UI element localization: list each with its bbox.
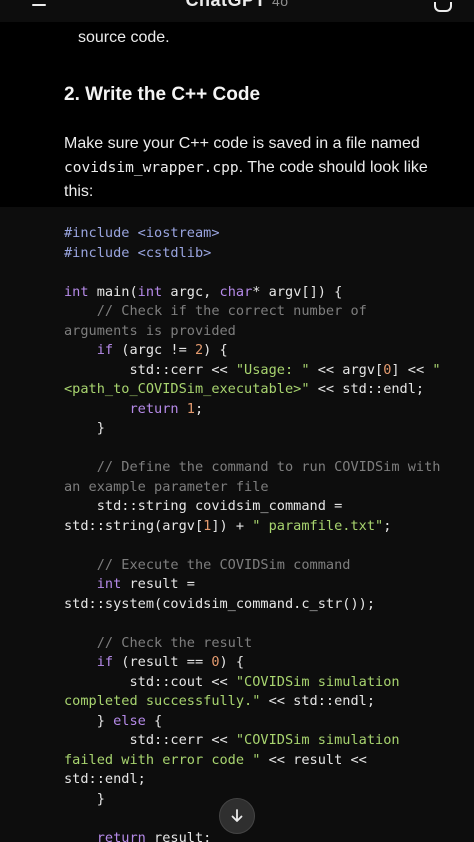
previous-text: source code. xyxy=(78,29,170,46)
code-lines: #include <iostream> #include <cstdlib> in… xyxy=(64,224,441,842)
code-line: return 1; xyxy=(129,400,204,417)
scroll-down-button[interactable] xyxy=(219,798,255,834)
code-line: // Check if the correct number of xyxy=(64,303,367,319)
code-line: if (argc != 2) { xyxy=(96,342,228,358)
code-line: // Check the result xyxy=(64,634,253,651)
section-heading: 2. Write the C++ Code xyxy=(64,84,261,105)
paragraph-text-before: Make sure your C++ code is saved in a fi… xyxy=(64,135,420,152)
code-line: std::cout << "COVIDSim simulation xyxy=(64,673,400,690)
code-line: std::string covidsim_command = xyxy=(64,498,343,514)
page-title[interactable]: ChatGPT 4o xyxy=(0,0,474,11)
arrow-down-icon xyxy=(231,809,243,822)
code-line: std::endl; xyxy=(64,771,146,787)
code-line: // Define the command to run COVIDSim wi… xyxy=(64,459,441,475)
section-paragraph: Make sure your C++ code is saved in a fi… xyxy=(64,132,434,204)
code-line: <path_to_COVIDSim_executable>" << std::e… xyxy=(64,381,425,397)
code-line: std::system(covidsim_command.c_str()); xyxy=(64,595,375,612)
code-line: std::cerr << "COVIDSim simulation xyxy=(64,732,400,748)
code-block[interactable]: #include <iostream> #include <cstdlib> in… xyxy=(0,207,474,842)
code-line: int result = xyxy=(96,576,195,592)
top-bar: ChatGPT 4o xyxy=(0,0,474,22)
code-line: failed with error code " << result << xyxy=(64,751,367,768)
chat-screen: ChatGPT 4o source code. 2. Write the C++ … xyxy=(0,0,474,842)
inline-code-filename: covidsim_wrapper.cpp xyxy=(64,160,239,176)
code-line: } else { xyxy=(64,712,163,729)
code-line: #include <cstdlib> xyxy=(64,244,212,261)
code-line: return result; xyxy=(96,829,212,842)
model-version: 4o xyxy=(271,0,289,9)
code-line: int main(int argc, char* argv[]) { xyxy=(64,283,343,300)
code-line: // Execute the COVIDSim command xyxy=(64,556,351,573)
code-line: std::string(argv[1]) + " paramfile.txt"; xyxy=(64,517,392,534)
code-line: arguments is provided xyxy=(64,322,236,339)
assistant-message: source code. 2. Write the C++ Code Make … xyxy=(0,22,474,204)
code-line: std::cerr << "Usage: " << argv[0] << " xyxy=(64,361,441,378)
code-line: an example parameter file xyxy=(64,478,269,495)
new-chat-icon[interactable] xyxy=(434,2,452,12)
code-line: completed successfully." << std::endl; xyxy=(64,693,375,709)
code-line: #include <iostream> xyxy=(64,225,220,241)
code-line: } xyxy=(64,420,105,436)
app-title: ChatGPT xyxy=(185,0,266,10)
code-line: if (result == 0) { xyxy=(96,654,245,670)
